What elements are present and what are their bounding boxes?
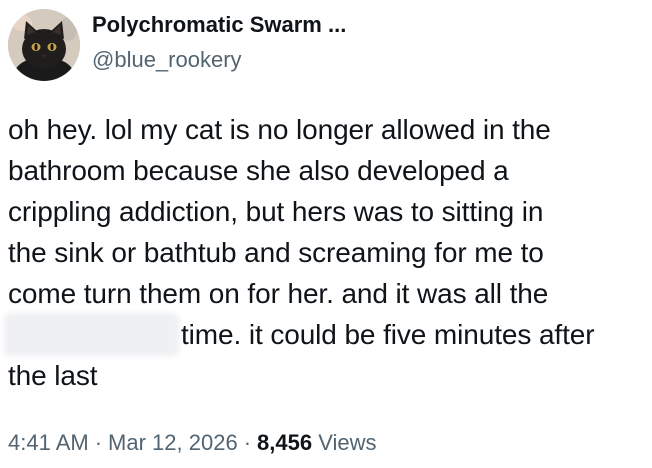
meta-separator: · — [94, 430, 103, 455]
author-display-name[interactable]: Polychromatic Swarm ... — [92, 11, 632, 39]
author-handle[interactable]: @blue_rookery — [92, 46, 632, 74]
author-block: Polychromatic Swarm ... @blue_rookery — [92, 11, 632, 74]
views-label: Views — [318, 430, 377, 455]
meta-separator: · — [243, 430, 252, 455]
tweet-line: the sink or bathtub and screaming for me… — [8, 237, 544, 268]
tweet-date[interactable]: Mar 12, 2026 — [108, 430, 238, 455]
views-count: 8,456 — [257, 430, 313, 455]
tweet-card: Polychromatic Swarm ... @blue_rookery oh… — [0, 0, 652, 468]
avatar[interactable] — [8, 9, 80, 81]
tweet-line: come turn them on for her. and it was al… — [8, 278, 549, 309]
redacted-text-blur — [8, 317, 175, 352]
tweet-line-rest: time. it could be five minutes after — [181, 319, 595, 350]
tweet-line: oh hey. lol my cat is no longer allowed … — [8, 114, 551, 145]
black-cat-avatar-icon — [8, 9, 80, 81]
tweet-line: bathroom because she also developed a — [8, 155, 509, 186]
tweet-line-redacted: time. it could be five minutes after — [8, 314, 648, 355]
tweet-line: the last — [8, 360, 98, 391]
tweet-line: crippling addiction, but hers was to sit… — [8, 196, 544, 227]
tweet-text: oh hey. lol my cat is no longer allowed … — [8, 109, 648, 396]
tweet-meta: 4:41 AM · Mar 12, 2026 · 8,456 Views — [8, 428, 377, 458]
tweet-time[interactable]: 4:41 AM — [8, 430, 89, 455]
